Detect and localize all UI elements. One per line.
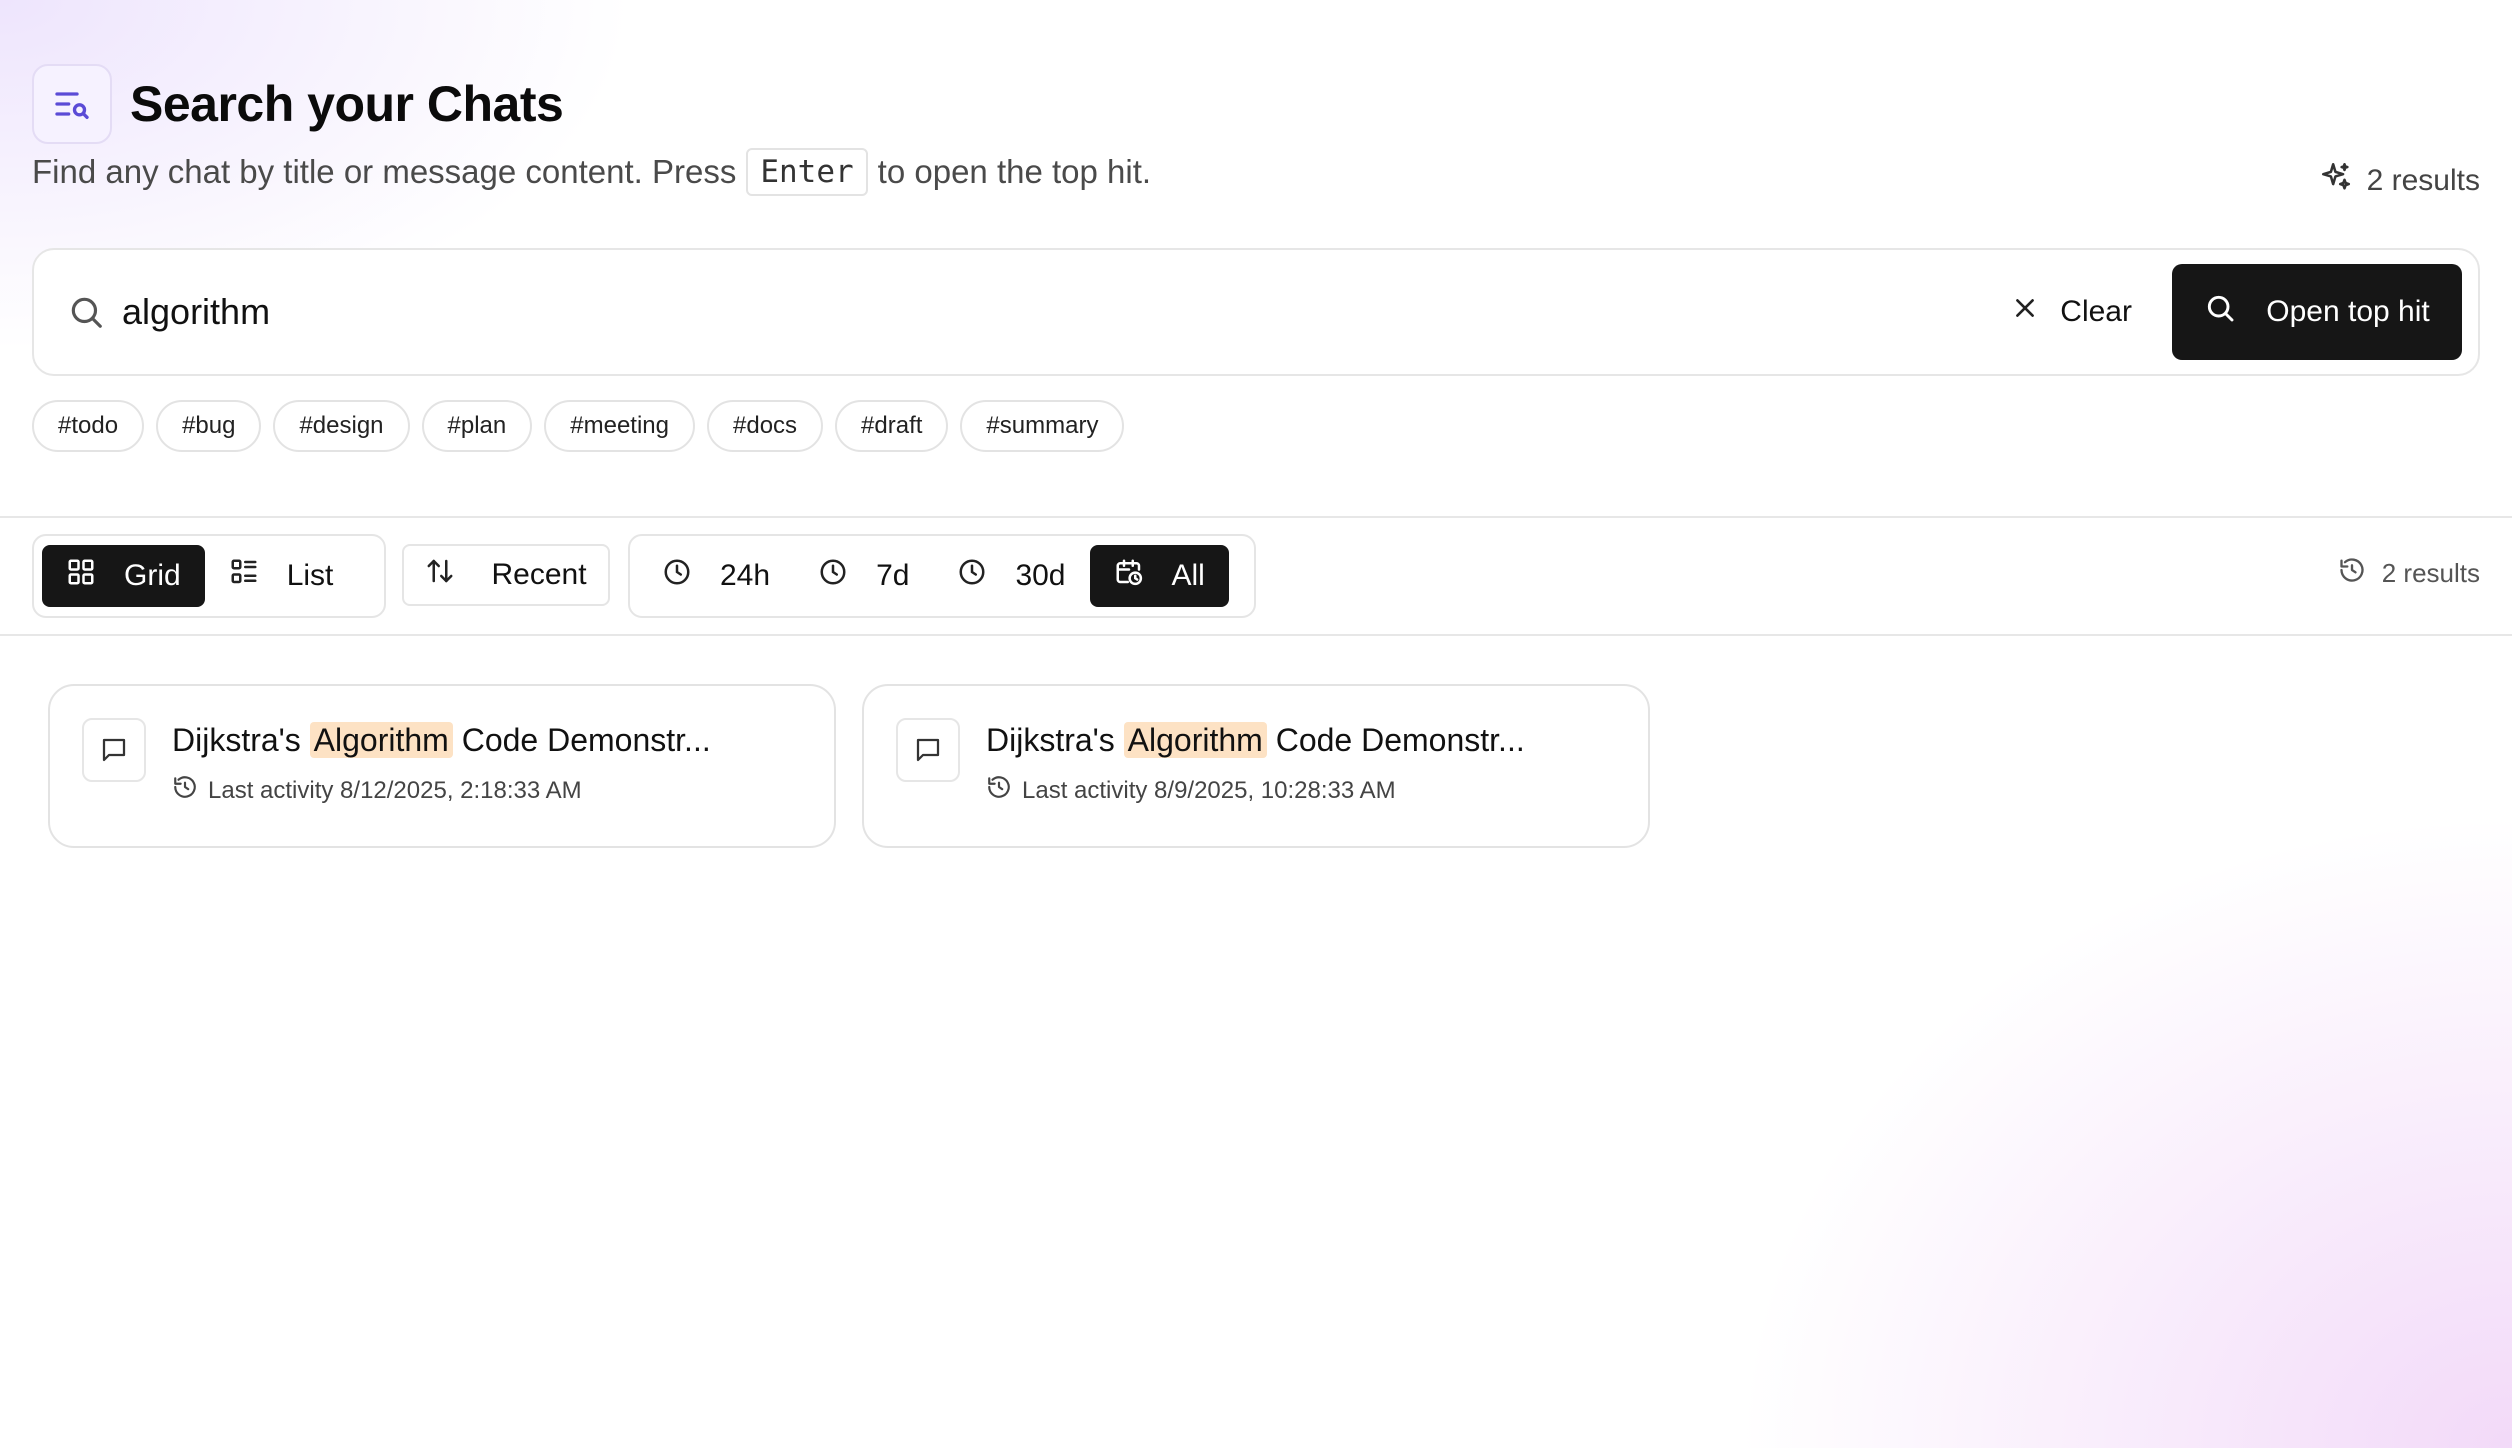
results-count-text: 2 results [2366,164,2480,197]
chat-title-before: Dijkstra's [172,722,301,758]
sort-recent-label: Recent [491,558,587,591]
chat-title: Dijkstra's Algorithm Code Demonstr... [172,722,711,759]
chat-card[interactable]: Dijkstra's Algorithm Code Demonstr... La… [48,684,836,848]
close-icon [2012,295,2038,329]
tag-filter-list: #todo #bug #design #plan #meeting #docs … [32,400,1125,452]
chat-title-highlight: Algorithm [309,722,453,758]
subtitle-text-before: Find any chat by title or message conten… [32,153,737,190]
chat-title-before: Dijkstra's [986,722,1115,758]
history-icon [986,774,1012,807]
chat-title-after: Code Demonstr... [1275,722,1525,758]
results-count: 2 results [2338,556,2480,591]
range-7d-button[interactable]: 7d [794,545,933,607]
tag-chip-docs[interactable]: #docs [707,400,824,452]
chat-title-after: Code Demonstr... [461,722,711,758]
subtitle-text-after: to open the top hit. [877,153,1152,190]
time-range-toggle: 24h 7d 30d All [628,534,1256,618]
clear-label: Clear [2060,295,2132,328]
calendar-clock-icon [1114,557,1144,595]
list-icon [229,557,259,595]
clock-icon [662,557,692,595]
range-30d-label: 30d [1015,559,1066,592]
search-input[interactable] [122,291,2013,333]
range-7d-label: 7d [876,559,910,592]
results-toolbar: Grid List Recent 24h 7d 30d All 2 result… [32,534,2480,618]
page-subtitle: Find any chat by title or message conten… [32,148,1151,196]
open-top-hit-button[interactable]: Open top hit [2172,264,2462,360]
chat-card[interactable]: Dijkstra's Algorithm Code Demonstr... La… [862,684,1650,848]
last-activity-text: Last activity 8/12/2025, 2:18:33 AM [208,776,582,804]
search-icon [66,292,106,332]
open-top-hit-label: Open top hit [2266,295,2430,328]
search-chats-icon [32,64,112,144]
tag-chip-meeting[interactable]: #meeting [544,400,695,452]
grid-icon [66,557,96,595]
range-30d-button[interactable]: 30d [933,545,1089,607]
range-all-button[interactable]: All [1089,545,1229,607]
results-count-text: 2 results [2381,558,2480,588]
clock-icon [957,557,987,595]
page-title: Search your Chats [130,76,564,132]
last-activity-text: Last activity 8/9/2025, 10:28:33 AM [1022,776,1396,804]
results-grid: Dijkstra's Algorithm Code Demonstr... La… [48,684,1650,848]
tag-chip-plan[interactable]: #plan [421,400,533,452]
divider [0,516,2512,518]
range-24h-label: 24h [720,559,771,592]
page-header: Search your Chats Find any chat by title… [32,64,2480,197]
view-list-button[interactable]: List [205,545,358,607]
search-icon [2204,292,2236,332]
search-bar: Clear Open top hit [32,248,2480,376]
range-24h-button[interactable]: 24h [638,545,794,607]
view-grid-label: Grid [124,559,181,592]
sparkles-icon [2319,160,2353,202]
tag-chip-summary[interactable]: #summary [960,400,1125,452]
clear-button[interactable]: Clear [2012,295,2132,329]
tag-chip-bug[interactable]: #bug [156,400,262,452]
range-all-label: All [1171,559,1205,592]
tag-chip-design[interactable]: #design [273,400,410,452]
chat-title: Dijkstra's Algorithm Code Demonstr... [986,722,1525,759]
history-icon [172,774,198,807]
chat-last-activity: Last activity 8/9/2025, 10:28:33 AM [986,774,1396,807]
sort-arrows-icon [425,556,455,594]
chat-bubble-icon [82,718,146,782]
divider [0,634,2512,636]
chat-bubble-icon [896,718,960,782]
sort-recent-button[interactable]: Recent [402,544,610,606]
chat-title-highlight: Algorithm [1123,722,1267,758]
view-grid-button[interactable]: Grid [42,545,205,607]
view-list-label: List [286,559,334,592]
view-toggle: Grid List [32,534,386,618]
tag-chip-draft[interactable]: #draft [835,400,949,452]
chat-last-activity: Last activity 8/12/2025, 2:18:33 AM [172,774,582,807]
clock-icon [818,557,848,595]
title-row: Search your Chats [32,64,2480,144]
header-results-count: 2 results [2319,160,2480,202]
enter-key-hint: Enter [746,148,868,196]
history-icon [2338,556,2366,591]
tag-chip-todo[interactable]: #todo [32,400,145,452]
